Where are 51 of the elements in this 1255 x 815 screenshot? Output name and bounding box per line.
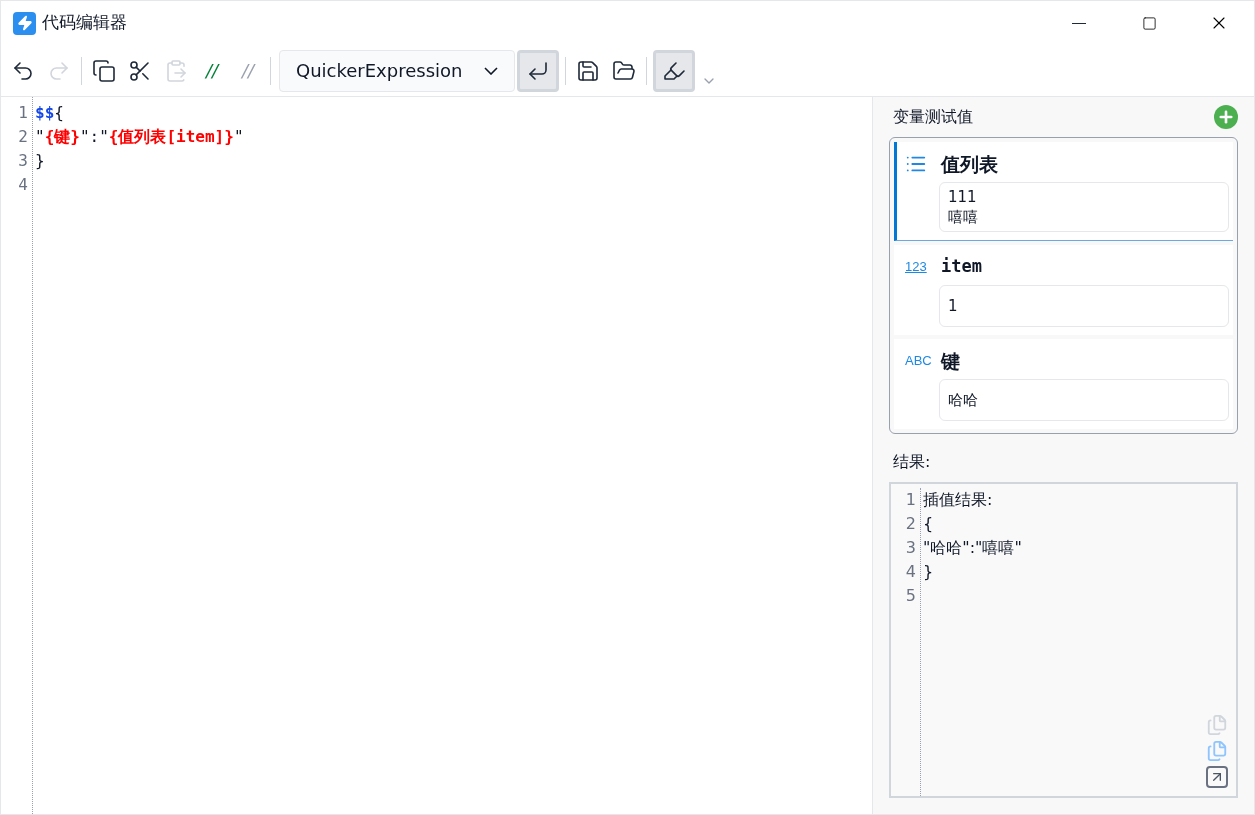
plus-icon: [1217, 108, 1235, 126]
variable-value-field[interactable]: 哈哈: [939, 379, 1229, 421]
variable-card[interactable]: 123 item 1: [894, 245, 1233, 335]
variable-value-field[interactable]: 111 嘻嘻: [939, 182, 1229, 232]
result-line: {: [923, 514, 934, 533]
maximize-icon: [1141, 15, 1157, 31]
clipboard-icon: [164, 58, 188, 83]
code-token: }: [35, 150, 45, 172]
code-token: {键}: [44, 126, 80, 148]
highlight-toggle[interactable]: [653, 49, 695, 92]
variable-value-field[interactable]: 1: [939, 285, 1229, 327]
line-number: 2: [17, 126, 29, 148]
window-title: 代码编辑器: [42, 11, 127, 35]
code-token: {: [54, 102, 64, 124]
line-number: 4: [904, 561, 917, 583]
code-token: {值列表[item]}: [108, 126, 234, 148]
variable-name: 值列表: [941, 151, 998, 177]
result-line: "哈哈":"嘻嘻": [923, 538, 1022, 557]
line-number: 1: [904, 489, 917, 511]
word-wrap-toggle[interactable]: [517, 49, 559, 92]
line-number: 1: [17, 102, 29, 124]
variables-title: 变量测试值: [893, 106, 973, 128]
code-token: ": [233, 126, 244, 148]
code-token: ":": [79, 126, 109, 148]
scissors-icon: [128, 58, 152, 83]
copy-icon: [92, 58, 116, 83]
variable-card[interactable]: 值列表 111 嘻嘻: [894, 142, 1233, 241]
result-line: 插值结果:: [923, 490, 993, 509]
chevron-down-icon: [484, 66, 498, 75]
comment-button[interactable]: //: [194, 52, 230, 89]
variable-card[interactable]: ABC 键 哈哈: [894, 339, 1233, 429]
code-token: ": [35, 126, 45, 148]
variable-name: 键: [941, 348, 960, 374]
result-title: 结果:: [892, 451, 932, 473]
add-variable-button[interactable]: [1214, 105, 1238, 129]
line-number: 3: [17, 150, 29, 172]
result-line: }: [923, 562, 934, 581]
line-number: 4: [17, 174, 29, 196]
line-number: 3: [904, 537, 917, 559]
line-number: 5: [904, 585, 917, 607]
copy-icon: [1206, 740, 1228, 762]
line-number: 2: [904, 513, 917, 535]
type-label: 123: [905, 258, 928, 277]
variable-name: item: [941, 255, 982, 279]
language-dropdown[interactable]: QuickerExpression: [279, 49, 515, 92]
code-token: $$: [35, 102, 55, 124]
copy-icon: [1206, 714, 1228, 736]
folder-icon: [612, 58, 636, 83]
type-label: ABC: [905, 352, 929, 371]
expand-button[interactable]: [1206, 766, 1228, 788]
minimize-icon: [1072, 22, 1086, 24]
